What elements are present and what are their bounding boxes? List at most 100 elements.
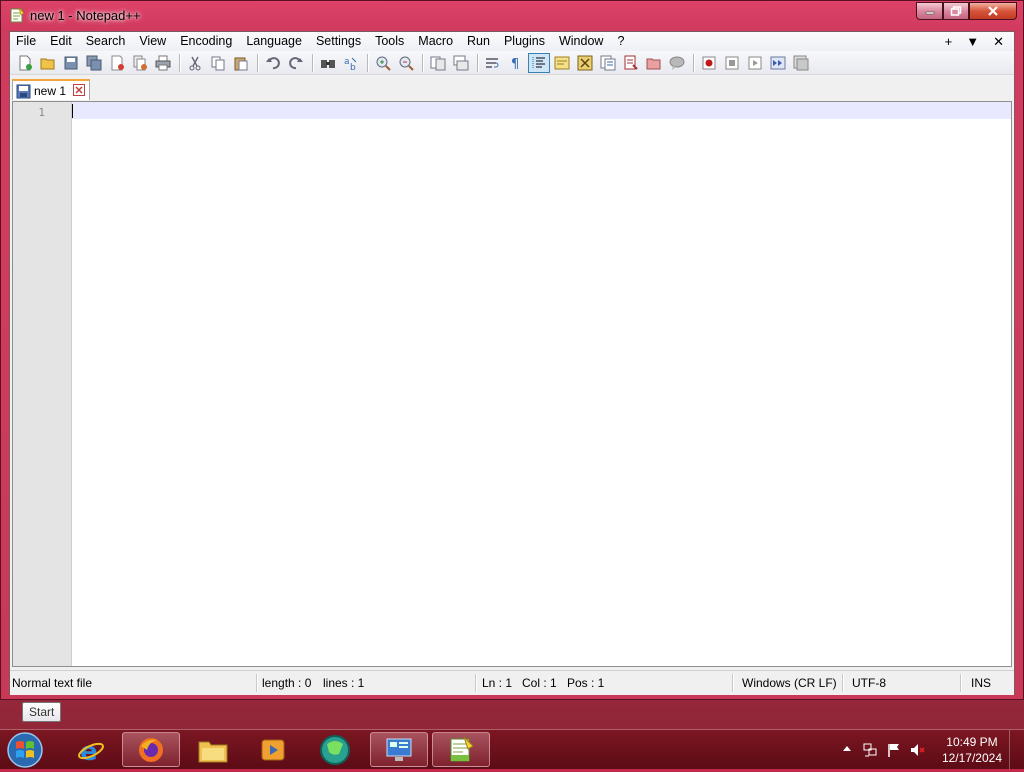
menu-macro[interactable]: Macro [411,32,460,51]
show-desktop-button[interactable] [1009,730,1024,769]
monitoring-button[interactable] [643,53,665,73]
zoom-in-button[interactable] [372,53,394,73]
menu-language[interactable]: Language [239,32,309,51]
system-clock[interactable]: 10:49 PM 12/17/2024 [942,734,1002,766]
status-pos: Pos : 1 [567,676,605,690]
show-hidden-icons-icon[interactable] [842,744,852,752]
paste-button[interactable] [230,53,252,73]
record-macro-icon [702,56,716,69]
save-macro-button[interactable] [790,53,812,73]
taskbar-browser[interactable] [306,732,364,767]
menu-help[interactable]: ? [610,32,631,51]
print-button[interactable] [152,53,174,73]
menu-view[interactable]: View [132,32,173,51]
stop-macro-button[interactable] [721,53,743,73]
remote-desktop-icon [386,738,412,761]
new-file-button[interactable] [14,53,36,73]
text-editor[interactable]: 1 [12,101,1012,667]
sync-vertical-button[interactable] [427,53,449,73]
start-button[interactable] [5,731,45,769]
menu-edit[interactable]: Edit [43,32,79,51]
tab-new-1[interactable]: new 1 [12,79,90,100]
taskbar-media-player[interactable] [244,732,302,767]
open-file-button[interactable] [37,53,59,73]
menu-settings[interactable]: Settings [309,32,368,51]
folder-workspace-button[interactable] [620,53,642,73]
close-doc-button[interactable]: ✕ [993,32,1004,51]
title-bar[interactable]: new 1 - Notepad++ [1,1,1023,31]
window-title: new 1 - Notepad++ [30,8,141,23]
close-window-button[interactable] [969,2,1017,20]
toolbar-separator [312,53,313,72]
taskbar-internet-explorer[interactable]: e [62,732,120,767]
find-button[interactable] [317,53,339,73]
network-icon[interactable] [862,742,878,758]
new-file-icon [19,55,32,70]
menu-file[interactable]: File [10,32,43,51]
menu-tools[interactable]: Tools [368,32,411,51]
find-icon [321,59,335,68]
user-language-icon [554,56,570,69]
taskbar-firefox[interactable] [122,732,180,767]
save-icon [64,56,78,69]
action-center-flag-icon[interactable] [886,742,902,758]
save-button[interactable] [60,53,82,73]
folder-workspace-icon [624,55,638,70]
restore-button[interactable] [943,2,969,20]
replace-icon: ab [344,57,357,71]
save-all-button[interactable] [83,53,105,73]
status-encoding[interactable]: UTF-8 [852,676,886,690]
status-divider [732,674,733,692]
notepadpp-icon [450,736,474,761]
status-eol[interactable]: Windows (CR LF) [742,676,837,690]
word-wrap-icon [486,57,499,68]
taskbar-remote-desktop[interactable] [370,732,428,767]
status-insert-mode[interactable]: INS [971,676,991,690]
copy-button[interactable] [207,53,229,73]
close-file-button[interactable] [106,53,128,73]
close-all-icon [133,55,147,70]
menu-run[interactable]: Run [460,32,497,51]
play-macro-button[interactable] [744,53,766,73]
menu-search[interactable]: Search [79,32,133,51]
toolbar-separator [477,53,478,72]
replace-button[interactable]: ab [340,53,362,73]
minimize-button[interactable] [916,2,943,20]
monitoring-icon [646,58,661,69]
undo-icon [266,56,280,69]
menu-window[interactable]: Window [552,32,610,51]
show-all-chars-button[interactable]: ¶ [505,53,527,73]
taskbar-notepadpp[interactable] [432,732,490,767]
undo-button[interactable] [262,53,284,73]
tab-close-icon[interactable] [73,84,85,96]
user-language-button[interactable] [551,53,573,73]
indent-guide-button[interactable] [528,52,550,73]
comment-button[interactable] [666,53,688,73]
doc-map-button[interactable] [574,53,596,73]
file-explorer-icon [198,741,228,762]
close-all-button[interactable] [129,53,151,73]
redo-button[interactable] [285,53,307,73]
function-list-button[interactable] [597,53,619,73]
taskbar-file-explorer[interactable] [184,732,242,767]
volume-muted-icon[interactable] [910,742,926,758]
show-all-chars-icon: ¶ [511,57,519,71]
save-all-icon [86,55,102,70]
zoom-out-button[interactable] [395,53,417,73]
menu-encoding[interactable]: Encoding [173,32,239,51]
toolbar-separator [693,53,694,72]
restore-icon [950,6,962,16]
cut-button[interactable] [184,53,206,73]
toolbar-separator [422,53,423,72]
record-macro-button[interactable] [698,53,720,73]
system-tray: 10:49 PM 12/17/2024 [834,730,1024,769]
sync-horizontal-button[interactable] [450,53,472,73]
internet-explorer-icon: e [78,737,104,765]
browser-icon [320,734,350,765]
menu-plugins[interactable]: Plugins [497,32,552,51]
run-macro-multiple-button[interactable] [767,53,789,73]
word-wrap-button[interactable] [482,53,504,73]
tab-list-button[interactable]: ▼ [966,32,979,51]
new-tab-button[interactable]: + [945,32,953,51]
close-icon [111,55,124,70]
